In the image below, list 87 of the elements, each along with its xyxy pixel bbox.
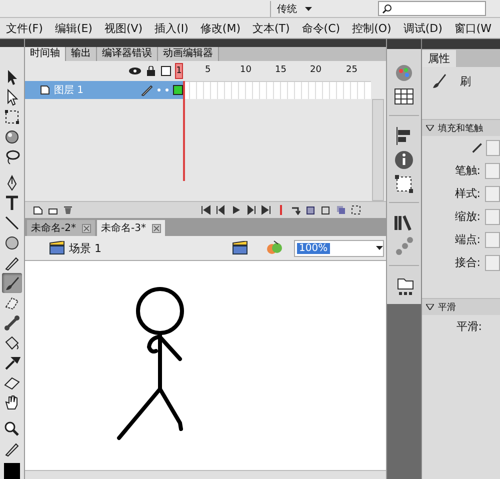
playhead-frame-number: 1 [175, 63, 183, 79]
menu-item[interactable]: 视图(V) [98, 20, 149, 36]
tool-button[interactable] [2, 313, 22, 333]
close-icon[interactable] [152, 224, 161, 232]
color-palette-icon[interactable] [393, 62, 415, 84]
section-title: 填充和笔触 [438, 122, 483, 134]
transform-icon [2, 107, 22, 127]
clapper-icon [49, 241, 65, 255]
frame-number: 25 [346, 65, 358, 75]
scrollbar[interactable] [372, 99, 384, 201]
menu-item[interactable]: 控制(O) [346, 20, 398, 36]
search-field[interactable] [378, 1, 486, 16]
menu-item[interactable]: 调试(D) [397, 20, 448, 36]
markers-icon[interactable] [351, 205, 361, 215]
zoom-value: 100% [297, 242, 330, 254]
frame-number: 15 [275, 65, 286, 75]
trash-icon[interactable] [63, 205, 73, 215]
panel-tab[interactable]: 编译器错误 [97, 47, 158, 61]
field-label: 缩放: [454, 209, 481, 224]
tool-name: 刷 [460, 74, 471, 88]
dot-icon [157, 88, 161, 92]
close-icon[interactable] [82, 224, 91, 232]
bone-icon [2, 313, 22, 333]
play-icon[interactable] [231, 205, 241, 215]
tool-button[interactable] [2, 107, 22, 127]
field-control[interactable] [484, 208, 500, 224]
frame-number: 20 [310, 65, 322, 75]
panel-tab[interactable]: 动画编辑器 [158, 47, 219, 61]
field-label: 笔触: [454, 163, 481, 178]
lock-icon[interactable] [147, 66, 155, 76]
zoom-field[interactable]: 100% [294, 240, 384, 256]
menu-item[interactable]: 文件(F) [0, 20, 49, 36]
menu-item[interactable]: 命令(C) [296, 20, 346, 36]
frame-number: 5 [205, 65, 211, 75]
step-back-icon[interactable] [216, 205, 226, 215]
layer-name: 图层 1 [54, 84, 85, 97]
caret-icon[interactable] [305, 6, 312, 10]
horizontal-scrollbar[interactable] [25, 470, 386, 479]
field-control[interactable] [484, 162, 500, 178]
step-forward-icon[interactable] [246, 205, 256, 215]
onion-outline-icon[interactable] [321, 205, 331, 215]
field-control[interactable] [484, 254, 500, 270]
workspace-dropdown[interactable]: 传统 [270, 0, 332, 16]
panel-tab[interactable]: 时间轴 [25, 47, 66, 61]
collapse-icon [426, 125, 434, 131]
document-tab[interactable]: 未命名-2* [27, 220, 95, 236]
frame-number: 10 [240, 65, 252, 75]
field-control[interactable] [484, 186, 500, 202]
menu-item[interactable]: 窗口(W [448, 20, 498, 36]
section-title: 平滑 [438, 302, 456, 314]
pencil-icon [472, 142, 482, 154]
collapse-icon [426, 304, 434, 310]
outline-color-icon [173, 85, 183, 95]
menu-item[interactable]: 插入(I) [148, 20, 194, 36]
document-tab[interactable]: 未命名-3* [96, 220, 165, 236]
edit-frames-icon[interactable] [336, 205, 346, 215]
first-frame-icon[interactable] [201, 205, 211, 215]
pencil-icon [141, 84, 153, 96]
outline-icon[interactable] [161, 66, 171, 76]
menu-item[interactable]: 编辑(E) [48, 20, 98, 36]
menu-item[interactable]: 修改(M) [194, 20, 246, 36]
transform-panel-icon[interactable] [393, 173, 415, 195]
last-frame-icon[interactable] [261, 205, 271, 215]
section-header[interactable]: 填充和笔触 [422, 119, 500, 136]
field-label: 接合: [454, 255, 481, 270]
dot-icon [165, 88, 169, 92]
section-header[interactable]: 平滑 [422, 298, 500, 315]
color-swatch[interactable] [486, 140, 500, 156]
brush-icon [432, 73, 446, 89]
panel-tab[interactable]: 输出 [66, 47, 97, 61]
menu-item[interactable]: 文本(T) [246, 20, 296, 36]
caret-icon[interactable] [376, 246, 383, 250]
properties-tab[interactable]: 属性 [422, 50, 456, 67]
scene-name: 场景 1 [69, 240, 102, 256]
search-icon [382, 4, 392, 14]
workspace-label: 传统 [277, 2, 297, 16]
eye-icon[interactable] [129, 67, 141, 75]
field-control[interactable] [484, 232, 500, 248]
onion-skin-icon[interactable] [306, 205, 316, 215]
field-label: 平滑: [455, 319, 482, 334]
new-layer-icon[interactable] [33, 205, 43, 215]
loop-icon[interactable] [291, 205, 301, 215]
edit-scene-icon[interactable] [232, 241, 250, 255]
layer-icon [40, 85, 50, 95]
field-label: 样式: [454, 186, 481, 201]
info-icon[interactable] [393, 149, 415, 171]
field-label: 端点: [454, 232, 481, 247]
